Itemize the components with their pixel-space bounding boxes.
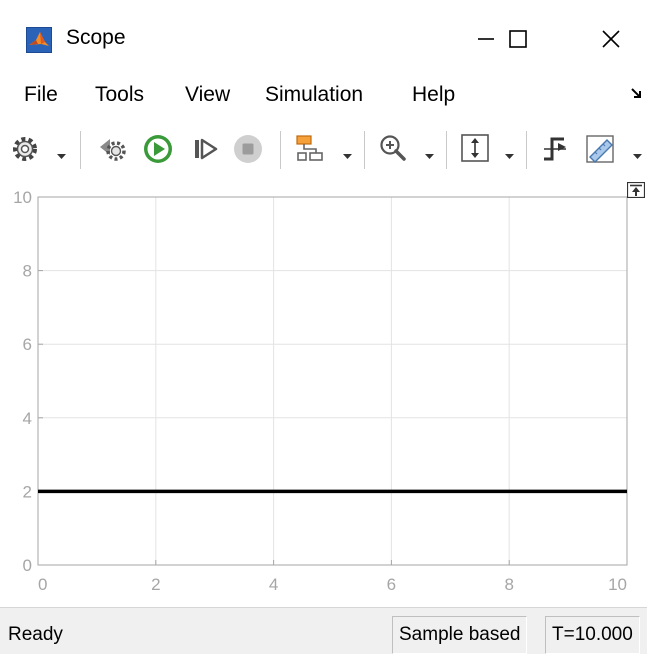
menu-simulation[interactable]: Simulation xyxy=(265,83,363,107)
x-tick-label: 6 xyxy=(387,575,396,594)
zoom-dropdown-arrow-icon[interactable] xyxy=(425,147,434,165)
menu-file[interactable]: File xyxy=(24,83,58,107)
menu-view[interactable]: View xyxy=(185,83,230,107)
menu-tools[interactable]: Tools xyxy=(95,83,144,107)
autoscale-dropdown-arrow-icon[interactable] xyxy=(505,147,514,165)
x-tick-label: 2 xyxy=(151,575,160,594)
toolbar-separator xyxy=(526,131,528,169)
window-title: Scope xyxy=(66,26,126,49)
y-tick-label: 6 xyxy=(23,335,32,354)
toolbar-separator xyxy=(80,131,82,169)
close-icon xyxy=(601,29,621,49)
title-bar: Scope xyxy=(0,0,647,77)
status-mode: Sample based xyxy=(392,616,528,654)
settings-dropdown-arrow-icon[interactable] xyxy=(57,147,66,165)
y-tick-label: 8 xyxy=(23,262,32,281)
trigger-icon[interactable] xyxy=(540,133,570,168)
toolbar-separator xyxy=(280,131,282,169)
toolbar-separator xyxy=(446,131,448,169)
highlight-block-icon[interactable] xyxy=(294,133,326,170)
x-tick-label: 4 xyxy=(269,575,278,594)
close-button[interactable] xyxy=(581,14,641,64)
measurements-dropdown-arrow-icon[interactable] xyxy=(633,147,642,165)
plot-panel: 0 2 4 6 8 10 0 2 4 6 8 10 xyxy=(0,180,647,605)
tick-labels: 0 2 4 6 8 10 0 2 4 6 8 10 xyxy=(13,188,627,594)
menu-overflow-arrow-icon[interactable] xyxy=(630,87,644,106)
matlab-logo-icon xyxy=(26,27,52,53)
status-bar: Ready Sample based T=10.000 xyxy=(0,607,647,654)
play-icon[interactable] xyxy=(142,133,174,170)
x-tick-label: 10 xyxy=(608,575,627,594)
grid-lines xyxy=(38,197,627,565)
highlight-dropdown-arrow-icon[interactable] xyxy=(343,147,352,165)
gear-icon[interactable] xyxy=(10,134,40,169)
x-tick-label: 0 xyxy=(38,575,47,594)
undock-icon[interactable] xyxy=(626,181,646,203)
zoom-in-icon[interactable] xyxy=(378,133,408,168)
toolbar-separator xyxy=(364,131,366,169)
y-tick-label: 4 xyxy=(23,409,32,428)
ruler-icon[interactable] xyxy=(585,133,617,170)
y-tick-label: 10 xyxy=(13,188,32,207)
step-forward-icon[interactable] xyxy=(191,134,221,169)
status-time: T=10.000 xyxy=(545,616,640,654)
y-tick-label: 2 xyxy=(23,482,32,501)
menu-help[interactable]: Help xyxy=(412,83,455,107)
x-tick-label: 8 xyxy=(504,575,513,594)
y-tick-label: 0 xyxy=(23,556,32,575)
axes-box xyxy=(37,196,628,566)
step-back-icon[interactable] xyxy=(96,133,128,170)
stop-icon[interactable] xyxy=(233,134,263,169)
scope-plot[interactable]: 0 2 4 6 8 10 0 2 4 6 8 10 xyxy=(0,180,647,605)
scale-axes-icon[interactable] xyxy=(460,133,490,168)
status-text: Ready xyxy=(8,624,63,645)
maximize-icon xyxy=(508,29,528,49)
maximize-button[interactable] xyxy=(488,14,548,64)
axes-border xyxy=(37,196,628,566)
